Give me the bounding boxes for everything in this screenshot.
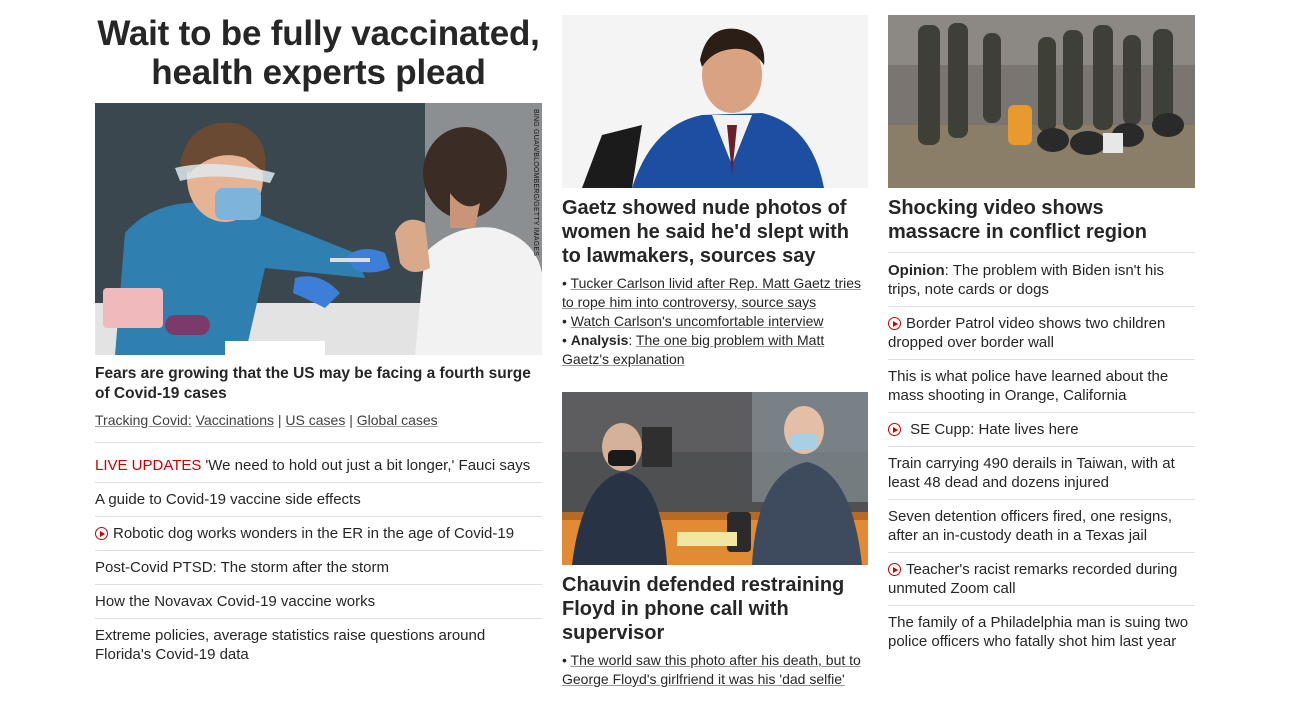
list-item[interactable]: Opinion: The problem with Biden isn't hi…	[888, 253, 1195, 307]
gaetz-story-title[interactable]: Gaetz showed nude photos of women he sai…	[562, 196, 868, 268]
list-item[interactable]: Train carrying 490 derails in Taiwan, wi…	[888, 447, 1195, 500]
related-link[interactable]: • Analysis: The one big problem with Mat…	[562, 331, 868, 369]
list-item-text[interactable]: Border Patrol video shows two children d…	[888, 315, 1165, 351]
play-video-icon	[888, 317, 901, 330]
list-item-text[interactable]: The family of a Philadelphia man is suin…	[888, 614, 1188, 650]
list-item-text[interactable]: Seven detention officers fired, one resi…	[888, 508, 1172, 544]
list-item-text[interactable]: Extreme policies, average statistics rai…	[95, 627, 485, 663]
tracking-covid-label[interactable]: Tracking Covid:	[95, 412, 192, 428]
list-item[interactable]: LIVE UPDATES 'We need to hold out just a …	[95, 443, 542, 483]
analysis-label: Analysis	[570, 332, 629, 348]
conflict-illustration	[888, 15, 1195, 188]
bullet: •	[562, 313, 567, 329]
massacre-video-still[interactable]	[888, 15, 1195, 188]
label-separator: :	[944, 262, 949, 279]
us-cases-link[interactable]: US cases	[285, 412, 345, 428]
gaetz-photo[interactable]	[562, 15, 868, 188]
lead-story-title[interactable]: Fears are growing that the US may be fac…	[95, 364, 542, 404]
middle-column: Gaetz showed nude photos of women he sai…	[562, 15, 868, 689]
massacre-story-title[interactable]: Shocking video shows massacre in conflic…	[888, 196, 1195, 253]
list-item[interactable]: This is what police have learned about t…	[888, 360, 1195, 413]
related-link-text[interactable]: Tucker Carlson livid after Rep. Matt Gae…	[562, 275, 861, 310]
tracking-links: Tracking Covid: Vaccinations | US cases …	[95, 411, 542, 443]
headline-list: Opinion: The problem with Biden isn't hi…	[888, 253, 1195, 658]
play-video-icon	[95, 527, 108, 540]
play-video-icon	[888, 563, 901, 576]
vaccination-illustration	[95, 103, 542, 355]
courtroom-illustration	[562, 392, 868, 565]
list-item[interactable]: Post-Covid PTSD: The storm after the sto…	[95, 551, 542, 585]
gaetz-related-links: • Tucker Carlson livid after Rep. Matt G…	[562, 274, 868, 369]
list-item-text[interactable]: SE Cupp: Hate lives here	[910, 421, 1078, 438]
list-item-text[interactable]: This is what police have learned about t…	[888, 368, 1168, 404]
list-item-text[interactable]: Robotic dog works wonders in the ER in t…	[113, 525, 514, 542]
play-video-icon	[888, 423, 901, 436]
label-separator: :	[628, 332, 633, 348]
vaccination-photo[interactable]: BING GUAN/BLOOMBERG/GETTY IMAGES	[95, 103, 542, 355]
bullet: •	[562, 332, 567, 348]
related-link[interactable]: • The world saw this photo after his dea…	[562, 651, 868, 689]
main-headline[interactable]: Wait to be fully vaccinated, health expe…	[95, 14, 542, 92]
list-item[interactable]: A guide to Covid-19 vaccine side effects	[95, 483, 542, 517]
list-item[interactable]: SE Cupp: Hate lives here	[888, 413, 1195, 447]
list-item-text[interactable]: A guide to Covid-19 vaccine side effects	[95, 491, 361, 508]
vaccinations-link[interactable]: Vaccinations	[196, 412, 274, 428]
list-item[interactable]: Border Patrol video shows two children d…	[888, 307, 1195, 360]
related-link-text[interactable]: The world saw this photo after his death…	[562, 652, 861, 687]
list-item[interactable]: Extreme policies, average statistics rai…	[95, 619, 542, 671]
covid-story-list: LIVE UPDATES 'We need to hold out just a …	[95, 443, 542, 671]
right-column: Shocking video shows massacre in conflic…	[888, 15, 1195, 658]
list-item[interactable]: Teacher's racist remarks recorded during…	[888, 553, 1195, 606]
global-cases-link[interactable]: Global cases	[357, 412, 438, 428]
related-link[interactable]: • Tucker Carlson livid after Rep. Matt G…	[562, 274, 868, 312]
opinion-label: Opinion	[888, 262, 945, 279]
live-updates-badge: LIVE UPDATES	[95, 457, 202, 474]
photo-credit: BING GUAN/BLOOMBERG/GETTY IMAGES	[532, 109, 539, 257]
bullet: •	[562, 275, 567, 291]
chauvin-trial-photo[interactable]	[562, 392, 868, 565]
related-link[interactable]: • Watch Carlson's uncomfortable intervie…	[562, 312, 868, 331]
chauvin-related-links: • The world saw this photo after his dea…	[562, 651, 868, 689]
list-item-text[interactable]: Post-Covid PTSD: The storm after the sto…	[95, 559, 389, 576]
list-item[interactable]: The family of a Philadelphia man is suin…	[888, 606, 1195, 658]
link-separator: |	[277, 412, 282, 428]
bullet: •	[562, 652, 567, 668]
list-item-text[interactable]: Teacher's racist remarks recorded during…	[888, 561, 1177, 597]
main-story-column: Wait to be fully vaccinated, health expe…	[95, 14, 542, 671]
list-item-text[interactable]: How the Novavax Covid-19 vaccine works	[95, 593, 375, 610]
list-item[interactable]: Robotic dog works wonders in the ER in t…	[95, 517, 542, 551]
list-item[interactable]: Seven detention officers fired, one resi…	[888, 500, 1195, 553]
gaetz-illustration	[562, 15, 868, 188]
chauvin-story-title[interactable]: Chauvin defended restraining Floyd in ph…	[562, 573, 868, 645]
link-separator: |	[349, 412, 353, 428]
list-item[interactable]: How the Novavax Covid-19 vaccine works	[95, 585, 542, 619]
related-link-text[interactable]: Watch Carlson's uncomfortable interview	[571, 313, 824, 329]
list-item-text[interactable]: 'We need to hold out just a bit longer,'…	[205, 457, 530, 474]
list-item-text[interactable]: Train carrying 490 derails in Taiwan, wi…	[888, 455, 1175, 491]
